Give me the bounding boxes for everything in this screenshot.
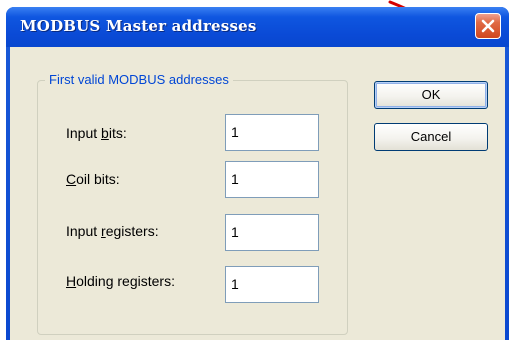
label-text: Input: [66, 223, 102, 239]
input-bits-label: Input bits:: [66, 125, 127, 141]
input-registers-field[interactable]: 1: [225, 214, 319, 251]
accelerator-key: b: [101, 125, 109, 141]
title-bar[interactable]: MODBUS Master addresses: [6, 7, 509, 47]
window-title: MODBUS Master addresses: [20, 17, 257, 35]
label-text: egisters:: [105, 223, 159, 239]
label-text: Input: [66, 125, 102, 141]
holding-registers-field[interactable]: 1: [225, 266, 319, 303]
input-registers-label: Input registers:: [66, 223, 159, 239]
groupbox-legend: First valid MODBUS addresses: [45, 72, 233, 87]
label-text: oil bits:: [76, 171, 120, 187]
coil-bits-label: Coil bits:: [66, 171, 120, 187]
close-icon: [481, 19, 495, 33]
dialog-window: MODBUS Master addresses First valid MODB…: [6, 7, 509, 340]
accelerator-key: H: [66, 273, 77, 289]
holding-registers-label: Holding registers:: [66, 273, 175, 289]
ok-button[interactable]: OK: [374, 81, 488, 109]
accelerator-key: C: [66, 171, 77, 187]
label-text: its:: [108, 125, 127, 141]
cancel-button[interactable]: Cancel: [374, 123, 488, 151]
coil-bits-field[interactable]: 1: [225, 161, 319, 198]
close-button[interactable]: [475, 13, 501, 39]
dialog-client-area: First valid MODBUS addresses Input bits:…: [10, 47, 505, 340]
input-bits-field[interactable]: 1: [225, 114, 319, 151]
label-text: olding registers:: [76, 273, 175, 289]
